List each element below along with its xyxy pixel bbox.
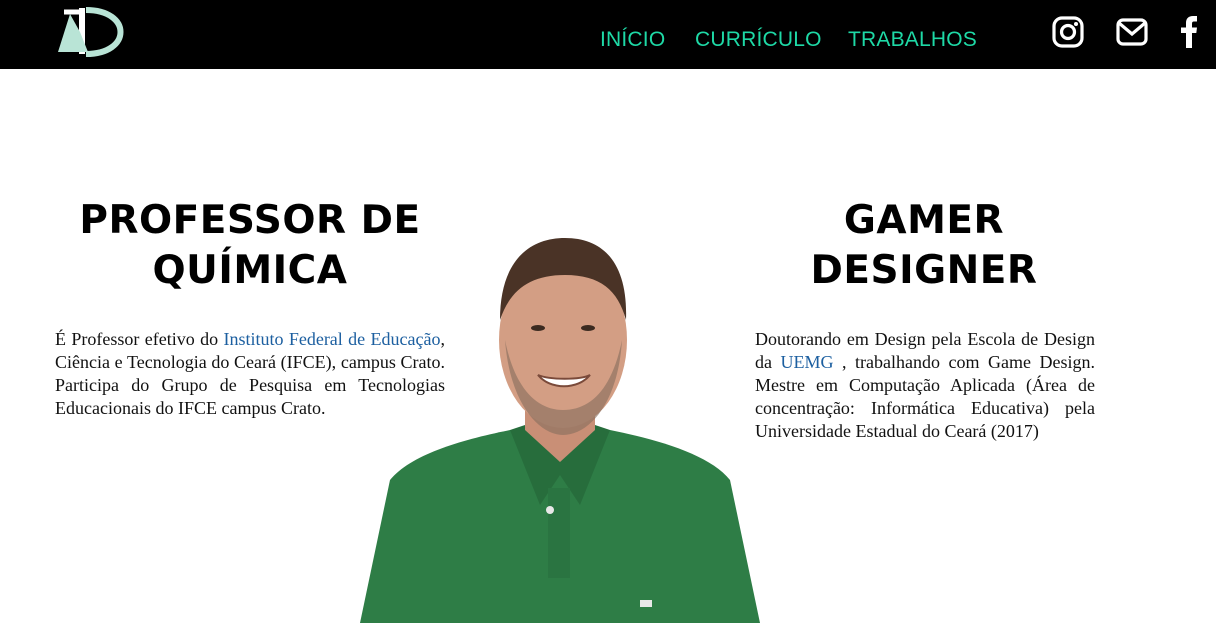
facebook-link[interactable] [1172, 14, 1208, 50]
profile-photo [360, 238, 760, 623]
instagram-link[interactable] [1050, 14, 1086, 50]
facebook-icon [1181, 16, 1197, 48]
top-navbar: INÍCIO CURRÍCULO TRABALHOS [0, 0, 1216, 69]
mail-icon [1116, 18, 1148, 46]
mail-link[interactable] [1114, 14, 1150, 50]
left-paragraph-text-1: É Professor efetivo do [55, 329, 224, 349]
instagram-icon [1052, 16, 1084, 48]
right-paragraph: Doutorando em Design pela Escola de Desi… [755, 328, 1095, 443]
logo[interactable] [52, 4, 132, 58]
nav-item-inicio[interactable]: INÍCIO [600, 28, 665, 52]
left-heading-line2: QUÍMICA [152, 248, 348, 293]
right-heading: GAMER DESIGNER [714, 196, 1134, 296]
uemg-link[interactable]: UEMG [781, 352, 834, 372]
nav-item-trabalhos[interactable]: TRABALHOS [848, 28, 977, 52]
right-heading-line1: GAMER [843, 198, 1005, 243]
nav-item-curriculo[interactable]: CURRÍCULO [695, 28, 822, 52]
right-heading-line2: DESIGNER [810, 248, 1038, 293]
